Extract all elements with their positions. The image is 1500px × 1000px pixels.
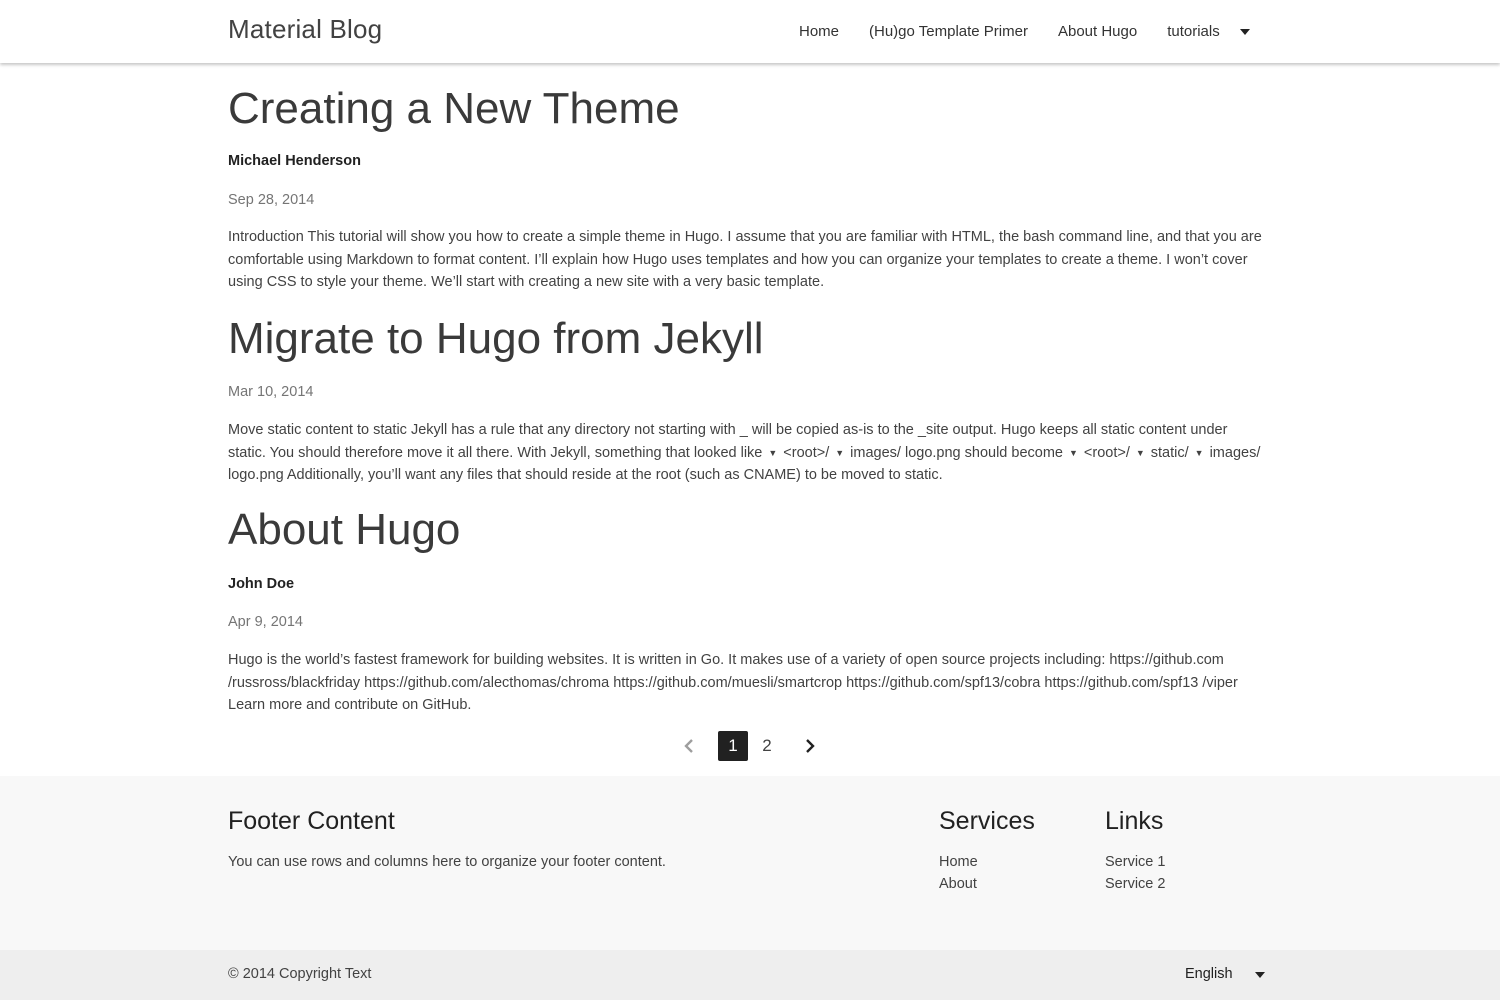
summary-text: static/ [1150, 444, 1189, 461]
post-item: Creating a New Theme [228, 83, 1268, 136]
top-navbar: Material Blog Home (Hu)go Template Prime… [0, 0, 1500, 63]
post-author: Michael Henderson [228, 153, 361, 169]
post-summary: Introduction This tutorial will show you… [228, 229, 1262, 291]
footer-links-title: Links [1105, 807, 1164, 835]
page-footer: Footer Content You can use rows and colu… [0, 776, 1500, 950]
post-item: About Hugo [228, 504, 1268, 557]
post-summary: Move static content to static Jekyll has… [228, 419, 1268, 487]
footer-link-about[interactable]: About [939, 876, 977, 892]
summary-text: images/ logo.png should become [850, 444, 1063, 461]
chevron-right-icon[interactable] [802, 738, 818, 754]
brand-title[interactable]: Material Blog [228, 14, 382, 45]
caret-down-icon[interactable] [1255, 972, 1265, 978]
nav-item-about-hugo[interactable]: About Hugo [1043, 0, 1152, 63]
footer-services-title: Services [939, 807, 1035, 835]
post-author: John Doe [228, 576, 295, 592]
pagination: 1 2 [0, 731, 1500, 761]
caret-down-icon[interactable] [1240, 29, 1250, 35]
triangle-bullet-icon: ▼ [1068, 447, 1078, 458]
post-date: Mar 10, 2014 [228, 384, 314, 400]
post-date: Apr 9, 2014 [228, 614, 303, 630]
footer-link-service-1[interactable]: Service 1 [1105, 854, 1165, 870]
copyright-bar: © 2014 Copyright Text English [0, 950, 1500, 1000]
triangle-bullet-icon: ▼ [1135, 447, 1145, 458]
copyright-text: © 2014 Copyright Text [228, 966, 372, 982]
nav-item-tutorials[interactable]: tutorials [1152, 0, 1235, 63]
triangle-bullet-icon: ▼ [835, 447, 845, 458]
language-select[interactable]: English [1185, 966, 1270, 986]
nav-item-template-primer[interactable]: (Hu)go Template Primer [854, 0, 1043, 63]
post-title[interactable]: Migrate to Hugo from Jekyll [228, 313, 1268, 366]
footer-content-text: You can use rows and columns here to org… [228, 854, 666, 870]
language-value: English [1185, 966, 1233, 982]
footer-content-title: Footer Content [228, 807, 395, 835]
nav-menu: Home (Hu)go Template Primer About Hugo t… [784, 0, 1235, 63]
post-title[interactable]: About Hugo [228, 504, 1268, 557]
post-date: Sep 28, 2014 [228, 192, 315, 208]
post-title[interactable]: Creating a New Theme [228, 83, 1268, 136]
triangle-bullet-icon: ▼ [1194, 447, 1204, 458]
page-1-button[interactable]: 1 [718, 731, 748, 761]
summary-text: <root>/ [1083, 444, 1130, 461]
footer-link-service-2[interactable]: Service 2 [1105, 876, 1165, 892]
post-summary: Hugo is the world’s fastest framework fo… [228, 652, 1238, 714]
chevron-left-icon[interactable] [681, 738, 697, 754]
footer-link-home[interactable]: Home [939, 854, 978, 870]
page-2-button[interactable]: 2 [752, 731, 782, 761]
nav-item-home[interactable]: Home [784, 0, 854, 63]
summary-text: <root>/ [783, 444, 830, 461]
triangle-bullet-icon: ▼ [768, 447, 778, 458]
post-item: Migrate to Hugo from Jekyll [228, 313, 1268, 366]
